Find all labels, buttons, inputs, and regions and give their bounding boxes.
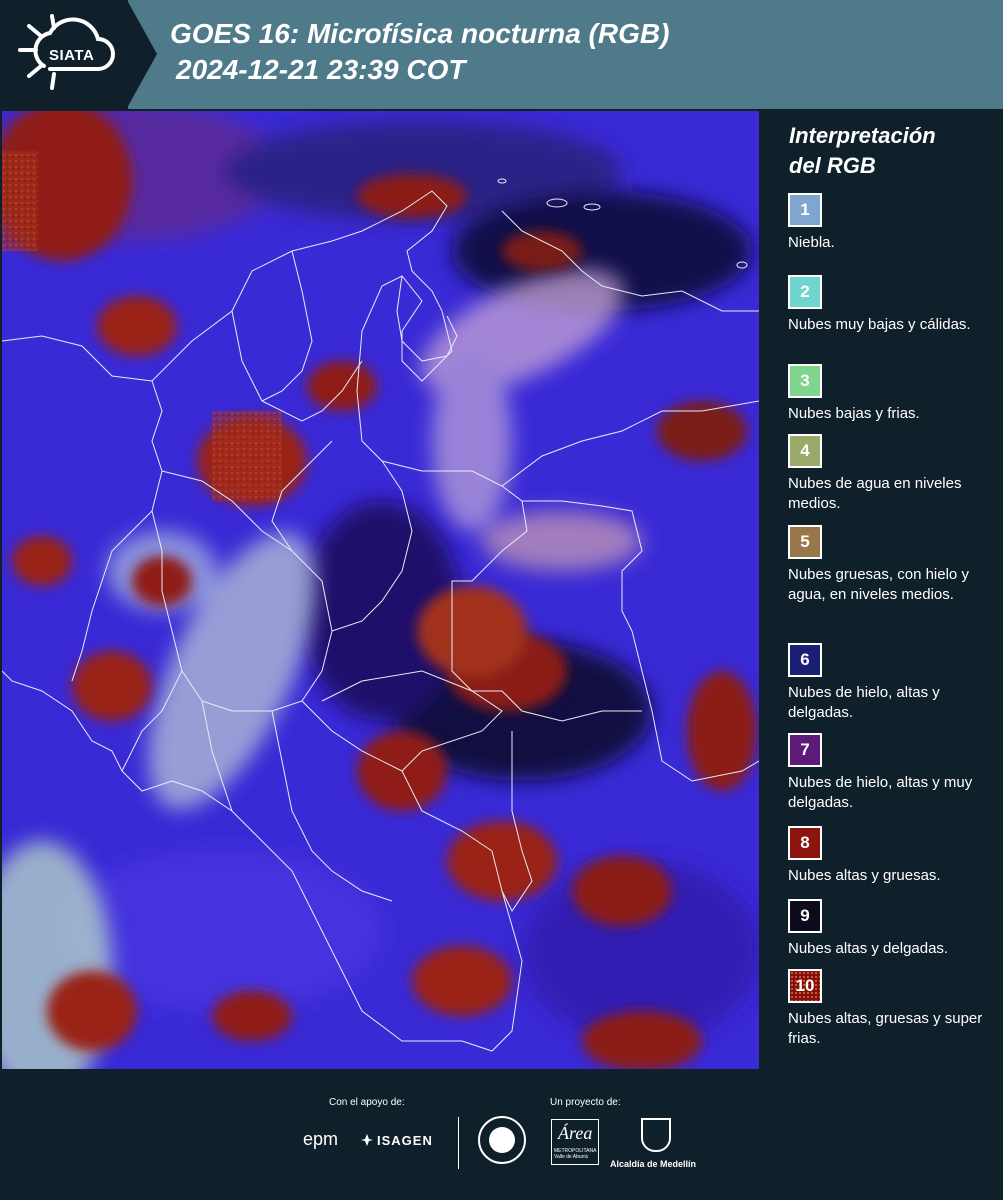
legend-label: Nubes muy bajas y cálidas. — [788, 316, 971, 333]
legend-label: Nubes de hielo, altas y muy delgadas. — [788, 774, 973, 811]
page-title: GOES 16: Microfísica nocturna (RGB) 2024… — [170, 16, 669, 88]
legend-swatch: 6 — [788, 643, 822, 677]
legend-item-1: 1 Niebla. — [788, 193, 998, 253]
legend-label: Nubes de agua en niveles medios. — [788, 475, 962, 512]
header-bar: SIATA GOES 16: Microfísica nocturna (RGB… — [0, 0, 1003, 109]
legend-label: Nubes altas y delgadas. — [788, 940, 949, 957]
satellite-image — [2, 111, 759, 1069]
legend-swatch: 3 — [788, 364, 822, 398]
university-seal-logo — [478, 1116, 526, 1164]
medellin-logo-label: Alcaldía de Medellín — [610, 1159, 697, 1169]
legend-item-7: 7 Nubes de hielo, altas y muy delgadas. — [788, 733, 998, 813]
legend-item-9: 9 Nubes altas y delgadas. — [788, 899, 998, 959]
area-metropolitana-logo: Área METROPOLITANA Valle de Aburrá — [551, 1119, 599, 1165]
legend-label: Nubes altas, gruesas y super frias. — [788, 1010, 983, 1047]
legend-label: Nubes gruesas, con hielo y agua, en nive… — [788, 566, 969, 603]
footer: Con el apoyo de: Un proyecto de: epm ISA… — [0, 1069, 1003, 1200]
legend-item-5: 5 Nubes gruesas, con hielo y agua, en niv… — [788, 525, 998, 605]
legend-swatch: 4 — [788, 434, 822, 468]
legend-swatch: 9 — [788, 899, 822, 933]
footer-divider — [458, 1117, 459, 1169]
legend-swatch: 8 — [788, 826, 822, 860]
legend-item-10: 10 Nubes altas, gruesas y super frias. — [788, 969, 998, 1049]
isagen-mark-icon — [361, 1134, 373, 1146]
legend-swatch: 5 — [788, 525, 822, 559]
rgb-legend: Interpretación del RGB 1 Niebla. 2 Nubes mu… — [760, 111, 1003, 1069]
project-label: Un proyecto de: — [550, 1097, 621, 1108]
medellin-shield-icon — [641, 1118, 671, 1152]
isagen-logo: ISAGEN — [360, 1133, 433, 1148]
legend-item-4: 4 Nubes de agua en niveles medios. — [788, 434, 998, 514]
legend-label: Nubes de hielo, altas y delgadas. — [788, 684, 940, 721]
legend-label: Nubes altas y gruesas. — [788, 867, 941, 884]
legend-swatch: 7 — [788, 733, 822, 767]
satellite-rgb-map — [2, 111, 759, 1069]
epm-logo: epm — [303, 1129, 339, 1149]
header-chevron — [127, 0, 157, 108]
siata-logo-text: SIATA — [49, 47, 95, 64]
title-product: GOES 16: Microfísica nocturna (RGB) — [170, 18, 670, 49]
legend-item-3: 3 Nubes bajas y frias. — [788, 364, 998, 424]
legend-item-8: 8 Nubes altas y gruesas. — [788, 826, 998, 886]
legend-label: Nubes bajas y frias. — [788, 405, 920, 422]
legend-swatch: 1 — [788, 193, 822, 227]
legend-swatch: 2 — [788, 275, 822, 309]
logo-panel: SIATA — [0, 0, 128, 109]
title-datetime: 2024-12-21 23:39 COT — [176, 54, 466, 85]
legend-item-2: 2 Nubes muy bajas y cálidas. — [788, 275, 998, 335]
legend-title: Interpretación del RGB — [789, 123, 936, 178]
legend-item-6: 6 Nubes de hielo, altas y delgadas. — [788, 643, 998, 723]
support-label: Con el apoyo de: — [329, 1097, 405, 1108]
legend-label: Niebla. — [788, 234, 835, 251]
legend-swatch: 10 — [788, 969, 822, 1003]
